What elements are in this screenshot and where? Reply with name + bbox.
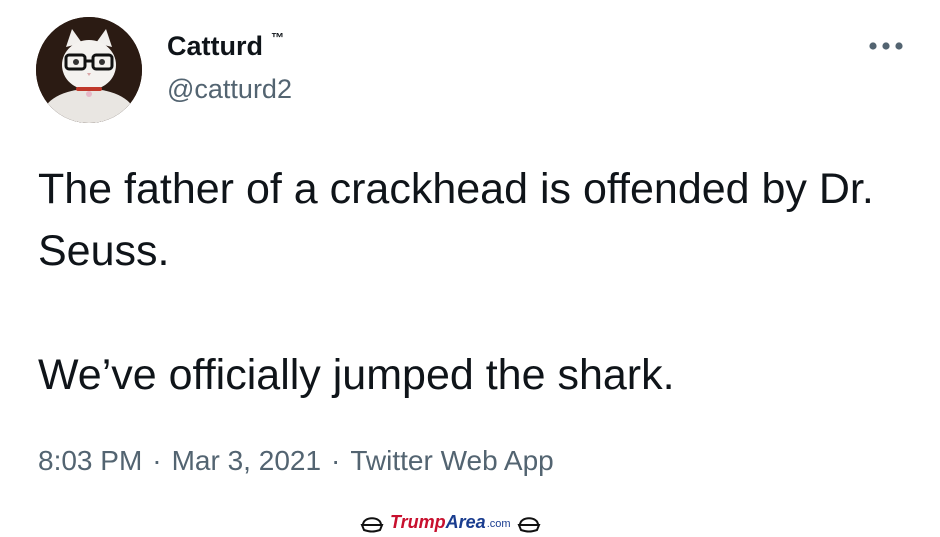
avatar[interactable]	[36, 17, 142, 123]
separator-dot: ·	[331, 445, 341, 476]
tweet-text-paragraph: The father of a crackhead is offended by…	[38, 165, 874, 275]
hat-icon	[517, 517, 541, 533]
trademark-symbol: ™	[271, 30, 284, 45]
cat-avatar-image	[36, 17, 142, 123]
tweet-date[interactable]: Mar 3, 2021	[172, 445, 321, 476]
watermark-brand: TrumpArea	[390, 512, 486, 533]
tweet-source[interactable]: Twitter Web App	[350, 445, 553, 476]
hat-icon	[360, 517, 384, 533]
watermark-brand-blue: Area	[445, 511, 486, 532]
watermark: TrumpArea .com	[360, 510, 541, 534]
more-horizontal-icon	[869, 42, 903, 50]
author-name-row[interactable]: Catturd ™	[167, 28, 284, 64]
separator-dot: ·	[152, 445, 162, 476]
tweet-metadata: 8:03 PM · Mar 3, 2021 · Twitter Web App	[38, 443, 554, 479]
tweet-text: The father of a crackhead is offended by…	[38, 158, 918, 406]
more-options-button[interactable]	[864, 28, 908, 64]
display-name[interactable]: Catturd	[167, 28, 263, 64]
tweet-text-paragraph: We’ve officially jumped the shark.	[38, 351, 675, 399]
watermark-brand-red: Trump	[390, 511, 446, 532]
user-handle[interactable]: @catturd2	[167, 72, 292, 106]
tweet-time[interactable]: 8:03 PM	[38, 445, 142, 476]
tweet-card: Catturd ™ @catturd2 The father of a crac…	[0, 0, 940, 537]
watermark-suffix: .com	[486, 518, 511, 530]
